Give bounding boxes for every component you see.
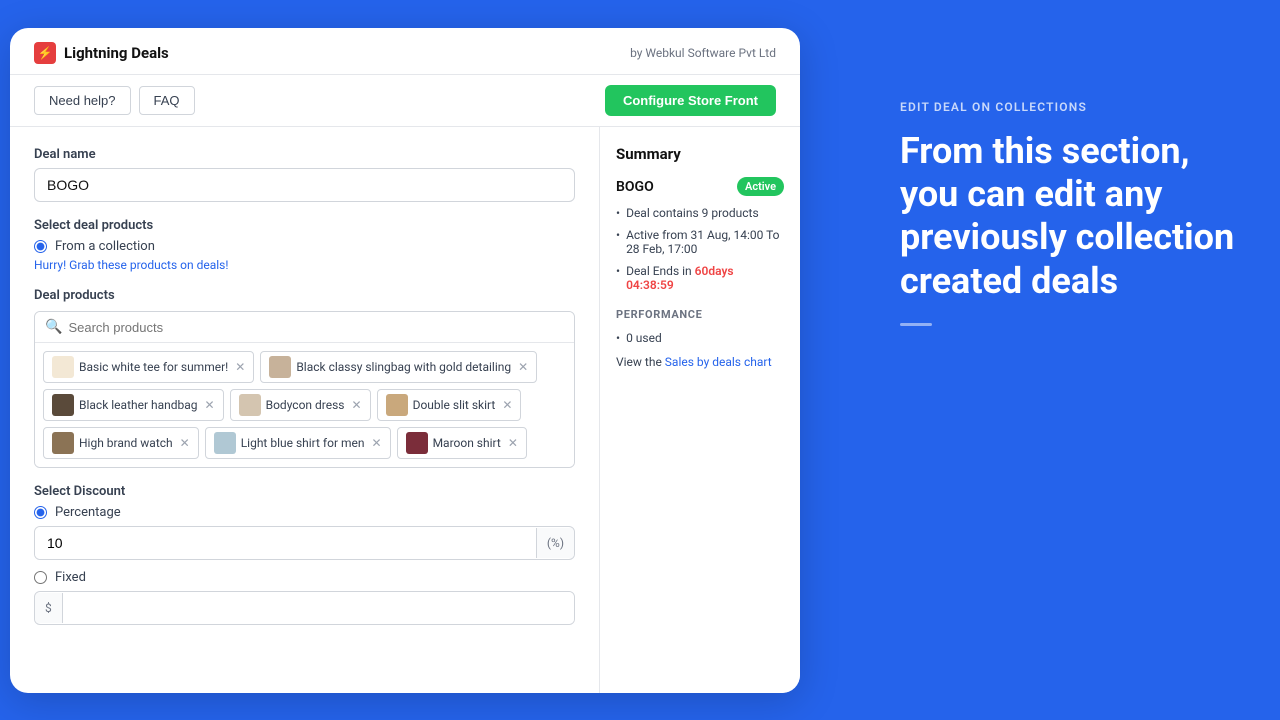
products-radio-group: From a collection <box>34 239 575 254</box>
summary-item-products: Deal contains 9 products <box>616 206 784 220</box>
tags-container: Basic white tee for summer! ✕ Black classy… <box>35 343 574 467</box>
logo-icon: ⚡ <box>34 42 56 64</box>
product-tag: Black classy slingbag with gold detailin… <box>260 351 537 383</box>
main-card: ⚡ Lightning Deals by Webkul Software Pvt… <box>10 28 800 693</box>
tag-label: Maroon shirt <box>433 436 501 450</box>
deal-name-label: Deal name <box>34 147 575 162</box>
deal-name-field: Deal name <box>34 147 575 202</box>
promo-link[interactable]: Hurry! Grab these products on deals! <box>34 258 575 272</box>
tag-remove-button[interactable]: ✕ <box>352 399 362 411</box>
percentage-option[interactable]: Percentage <box>34 505 575 520</box>
fixed-input[interactable] <box>63 592 574 624</box>
summary-deal-name: BOGO <box>616 179 654 195</box>
select-products-label: Select deal products <box>34 218 575 233</box>
tag-label: Black classy slingbag with gold detailin… <box>296 360 511 374</box>
tag-thumbnail <box>386 394 408 416</box>
tag-label: Double slit skirt <box>413 398 496 412</box>
tag-remove-button[interactable]: ✕ <box>502 399 512 411</box>
deal-products-label: Deal products <box>34 288 575 303</box>
from-collection-option[interactable]: From a collection <box>34 239 575 254</box>
tag-thumbnail <box>52 394 74 416</box>
from-collection-label: From a collection <box>55 239 155 254</box>
form-panel: Deal name Select deal products From a co… <box>10 127 600 693</box>
percentage-suffix: (%) <box>536 528 574 558</box>
tag-remove-button[interactable]: ✕ <box>205 399 215 411</box>
products-box: 🔍 Basic white tee for summer! ✕ Black clas… <box>34 311 575 468</box>
percentage-radio[interactable] <box>34 506 47 519</box>
deal-name-row: BOGO Active <box>616 177 784 196</box>
summary-list: Deal contains 9 products Active from 31 … <box>616 206 784 292</box>
product-tag: High brand watch ✕ <box>43 427 199 459</box>
info-panel: EDIT DEAL ON COLLECTIONS From this secti… <box>900 100 1240 326</box>
product-tag: Light blue shirt for men ✕ <box>205 427 391 459</box>
product-tag: Maroon shirt ✕ <box>397 427 527 459</box>
info-divider <box>900 323 932 326</box>
tag-thumbnail <box>269 356 291 378</box>
product-tag: Black leather handbag ✕ <box>43 389 224 421</box>
app-header: ⚡ Lightning Deals by Webkul Software Pvt… <box>10 28 800 75</box>
view-chart-text: View the Sales by deals chart <box>616 355 784 369</box>
active-badge: Active <box>737 177 784 196</box>
app-title: Lightning Deals <box>64 44 169 62</box>
deal-products-section: Deal products 🔍 Basic white tee for summ… <box>34 288 575 468</box>
faq-button[interactable]: FAQ <box>139 86 195 115</box>
tag-remove-button[interactable]: ✕ <box>508 437 518 449</box>
percentage-input[interactable] <box>35 527 536 559</box>
info-subtitle: EDIT DEAL ON COLLECTIONS <box>900 100 1240 114</box>
percentage-input-wrapper: (%) <box>34 526 575 560</box>
tag-remove-button[interactable]: ✕ <box>372 437 382 449</box>
product-tag: Double slit skirt ✕ <box>377 389 522 421</box>
deal-ends-label: Deal Ends in <box>626 264 695 278</box>
app-subtitle: by Webkul Software Pvt Ltd <box>630 46 776 60</box>
summary-item-dates: Active from 31 Aug, 14:00 To 28 Feb, 17:… <box>616 228 784 256</box>
tag-thumbnail <box>214 432 236 454</box>
summary-panel: Summary BOGO Active Deal contains 9 prod… <box>600 127 800 693</box>
performance-list: 0 used <box>616 331 784 345</box>
summary-item-ends: Deal Ends in 60days 04:38:59 <box>616 264 784 292</box>
nav-bar: Need help? FAQ Configure Store Front <box>10 75 800 127</box>
deal-name-input[interactable] <box>34 168 575 202</box>
tag-thumbnail <box>52 356 74 378</box>
nav-left: Need help? FAQ <box>34 86 195 115</box>
perf-item-used: 0 used <box>616 331 784 345</box>
fixed-option[interactable]: Fixed <box>34 570 575 585</box>
app-logo: ⚡ Lightning Deals <box>34 42 169 64</box>
configure-store-button[interactable]: Configure Store Front <box>605 85 776 116</box>
tag-remove-button[interactable]: ✕ <box>518 361 528 373</box>
tag-remove-button[interactable]: ✕ <box>180 437 190 449</box>
discount-section: Select Discount Percentage (%) Fixed $ <box>34 484 575 625</box>
need-help-button[interactable]: Need help? <box>34 86 131 115</box>
chart-link[interactable]: Sales by deals chart <box>665 355 772 369</box>
search-row: 🔍 <box>35 312 574 343</box>
content-area: Deal name Select deal products From a co… <box>10 127 800 693</box>
tag-label: Basic white tee for summer! <box>79 360 228 374</box>
search-icon: 🔍 <box>45 319 62 335</box>
fixed-prefix: $ <box>35 593 63 623</box>
performance-title: PERFORMANCE <box>616 308 784 321</box>
tag-label: Bodycon dress <box>266 398 345 412</box>
product-tag: Bodycon dress ✕ <box>230 389 371 421</box>
tag-label: Black leather handbag <box>79 398 198 412</box>
tag-thumbnail <box>52 432 74 454</box>
tag-thumbnail <box>406 432 428 454</box>
tag-label: High brand watch <box>79 436 173 450</box>
select-products-section: Select deal products From a collection H… <box>34 218 575 272</box>
info-headline: From this section, you can edit any prev… <box>900 130 1240 303</box>
search-input[interactable] <box>68 320 564 335</box>
tag-remove-button[interactable]: ✕ <box>235 361 245 373</box>
tag-thumbnail <box>239 394 261 416</box>
tag-label: Light blue shirt for men <box>241 436 365 450</box>
fixed-radio[interactable] <box>34 571 47 584</box>
summary-title: Summary <box>616 145 784 163</box>
fixed-input-wrapper: $ <box>34 591 575 625</box>
discount-label: Select Discount <box>34 484 575 499</box>
fixed-label: Fixed <box>55 570 86 585</box>
from-collection-radio[interactable] <box>34 240 47 253</box>
percentage-label: Percentage <box>55 505 121 520</box>
product-tag: Basic white tee for summer! ✕ <box>43 351 254 383</box>
